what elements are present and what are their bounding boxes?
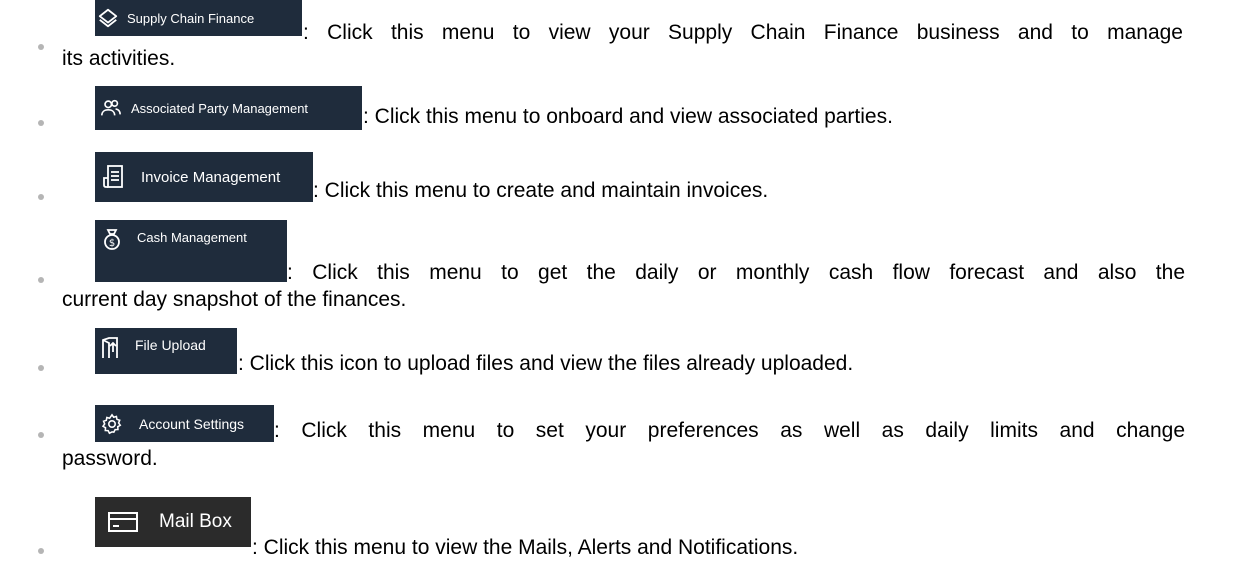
description-text: : Click this icon to upload files and vi… (238, 352, 854, 375)
chip-label: File Upload (135, 337, 206, 353)
mailbox-icon (107, 510, 139, 534)
description-text: : Click this menu to get the daily or mo… (287, 261, 1185, 284)
chip-label: Mail Box (159, 511, 232, 532)
description-line: : Click this menu to get the daily or mo… (287, 260, 1185, 286)
bullet (38, 277, 44, 283)
money-bag-icon: $ (101, 228, 123, 250)
bullet (38, 432, 44, 438)
chip-label: Cash Management (137, 230, 247, 245)
description-line-2: current day snapshot of the finances. (62, 288, 407, 311)
description-text: : Click this menu to view the Mails, Ale… (252, 536, 799, 559)
description-text: : Click this menu to set your preference… (274, 419, 1185, 442)
bullet (38, 548, 44, 554)
invoice-management-menu-chip[interactable]: Invoice Management (95, 152, 313, 202)
chip-label: Invoice Management (141, 168, 281, 186)
bullet (38, 44, 44, 50)
cash-management-menu-chip[interactable]: $ Cash Management (95, 220, 287, 282)
description-text: : Click this menu to view your Supply Ch… (303, 21, 1183, 44)
account-settings-menu-chip[interactable]: Account Settings (95, 405, 274, 442)
file-upload-icon (99, 336, 121, 360)
invoice-icon (101, 164, 125, 190)
bullet (38, 120, 44, 126)
chip-label: Account Settings (139, 415, 245, 432)
svg-text:$: $ (109, 238, 115, 249)
description-text: : Click this menu to onboard and view as… (363, 105, 893, 128)
file-upload-menu-chip[interactable]: File Upload (95, 328, 237, 374)
description-line: : Click this menu to set your preference… (274, 418, 1185, 444)
mail-box-menu-chip[interactable]: Mail Box (95, 497, 251, 547)
description-text: : Click this menu to create and maintain… (313, 179, 769, 202)
associated-party-management-menu-chip[interactable]: Associated Party Management (95, 86, 362, 130)
description-line-2: its activities. (62, 47, 176, 70)
description-line: : Click this menu to view your Supply Ch… (95, 20, 1185, 46)
bullet (38, 194, 44, 200)
users-icon (99, 97, 123, 119)
chip-label: Associated Party Management (131, 100, 309, 116)
gear-icon (101, 412, 123, 435)
description-line-2: password. (62, 447, 158, 470)
bullet (38, 365, 44, 371)
